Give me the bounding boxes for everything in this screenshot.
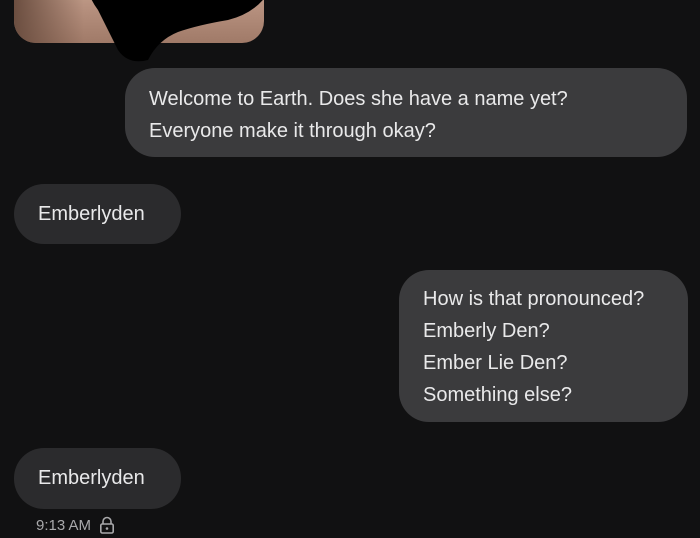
redaction-scribble <box>91 0 263 62</box>
conversation-screen: Welcome to Earth. Does she have a name y… <box>0 0 700 538</box>
message-text: Everyone make it through okay? <box>149 120 436 142</box>
message-text: Ember Lie Den? <box>423 352 568 374</box>
message-text: Emberly Den? <box>423 320 550 342</box>
message-meta: 9:13 AM <box>36 513 115 537</box>
message-bubble-incoming[interactable]: Emberlyden <box>14 448 181 509</box>
message-text: Emberlyden <box>38 203 145 225</box>
image-shade <box>14 0 84 43</box>
message-text: How is that pronounced? <box>423 288 645 310</box>
lock-icon <box>100 516 115 534</box>
message-bubble-incoming[interactable]: Emberlyden <box>14 184 181 244</box>
message-text: Emberlyden <box>38 467 145 489</box>
message-text: Welcome to Earth. Does she have a name y… <box>149 88 568 110</box>
message-bubble-outgoing[interactable]: Welcome to Earth. Does she have a name y… <box>125 68 687 157</box>
message-bubble-outgoing[interactable]: How is that pronounced? Emberly Den? Emb… <box>399 270 688 422</box>
message-text: Something else? <box>423 384 572 406</box>
message-timestamp: 9:13 AM <box>36 516 92 534</box>
